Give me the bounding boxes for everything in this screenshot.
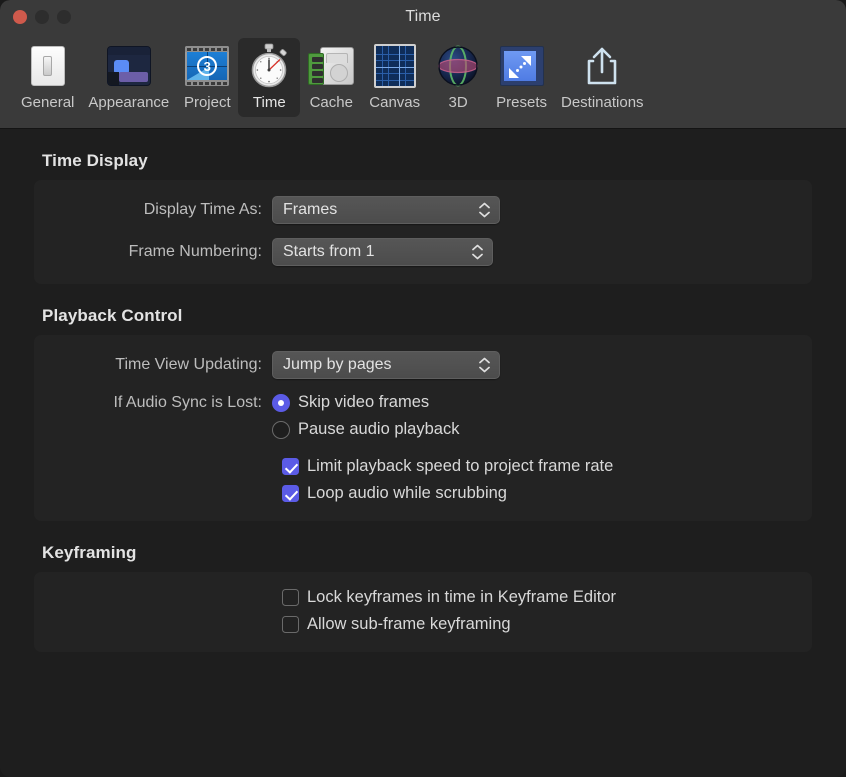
row-display-time-as: Display Time As: Frames — [34, 196, 812, 224]
keyframing-panel: Lock keyframes in time in Keyframe Edito… — [34, 572, 812, 652]
row-audio-sync-secondary: Pause audio playback — [34, 420, 812, 439]
toggle-switch-icon — [24, 42, 72, 90]
toolbar-tab-label: Appearance — [88, 94, 169, 112]
time-display-panel: Display Time As: Frames Frame Numbering:… — [34, 180, 812, 284]
toolbar-tab-time[interactable]: Time — [238, 38, 300, 117]
time-view-updating-select[interactable]: Jump by pages — [272, 351, 500, 379]
section-title: Time Display — [34, 129, 812, 180]
section-title: Playback Control — [34, 284, 812, 335]
checkbox-indicator — [282, 485, 299, 502]
toolbar-tab-cache[interactable]: Cache — [300, 38, 362, 117]
checkbox-limit-playback-speed[interactable]: Limit playback speed to project frame ra… — [34, 457, 812, 476]
frame-numbering-select[interactable]: Starts from 1 — [272, 238, 493, 266]
toolbar-tab-label: Destinations — [561, 94, 644, 112]
radio-indicator — [272, 421, 290, 439]
stopwatch-icon — [245, 42, 293, 90]
row-frame-numbering: Frame Numbering: Starts from 1 — [34, 238, 812, 266]
film-countdown-icon: 3 — [183, 42, 231, 90]
checkbox-allow-subframe[interactable]: Allow sub-frame keyframing — [34, 615, 812, 634]
chevron-updown-icon — [479, 203, 490, 218]
toolbar-tab-label: Cache — [310, 94, 353, 112]
preferences-toolbar: General Appearance — [0, 36, 846, 129]
radio-skip-video-frames[interactable]: Skip video frames — [272, 393, 429, 412]
share-export-icon — [578, 42, 626, 90]
audio-sync-label: If Audio Sync is Lost: — [34, 394, 272, 412]
radio-pause-audio-playback[interactable]: Pause audio playback — [272, 420, 459, 439]
toolbar-tab-label: Time — [253, 94, 286, 112]
window-title: Time — [0, 8, 846, 26]
grid-canvas-icon — [371, 42, 419, 90]
row-audio-sync-primary: If Audio Sync is Lost: Skip video frames — [34, 393, 812, 412]
checkbox-lock-keyframes[interactable]: Lock keyframes in time in Keyframe Edito… — [34, 588, 812, 607]
checkbox-indicator — [282, 616, 299, 633]
time-view-updating-value: Jump by pages — [283, 356, 392, 374]
toolbar-tab-label: 3D — [449, 94, 468, 112]
toolbar-tab-project[interactable]: 3 Project — [176, 38, 238, 117]
resize-arrows-icon — [498, 42, 546, 90]
toolbar-tab-label: Presets — [496, 94, 547, 112]
section-playback-control: Playback Control Time View Updating: Jum… — [34, 284, 812, 521]
checkbox-label: Limit playback speed to project frame ra… — [307, 457, 613, 476]
spacer-label — [34, 421, 272, 439]
toolbar-tab-presets[interactable]: Presets — [489, 38, 554, 117]
checkbox-label: Loop audio while scrubbing — [307, 484, 507, 503]
checkbox-loop-audio-scrubbing[interactable]: Loop audio while scrubbing — [34, 484, 812, 503]
checkbox-indicator — [282, 589, 299, 606]
preferences-window: Time General Appearance — [0, 0, 846, 777]
toolbar-tab-label: General — [21, 94, 74, 112]
frame-numbering-value: Starts from 1 — [283, 243, 375, 261]
toolbar-tab-appearance[interactable]: Appearance — [81, 38, 176, 117]
display-time-as-value: Frames — [283, 201, 337, 219]
radio-label: Pause audio playback — [298, 420, 459, 439]
row-time-view-updating: Time View Updating: Jump by pages — [34, 351, 812, 379]
toolbar-tab-3d[interactable]: 3D — [427, 38, 489, 117]
display-time-as-label: Display Time As: — [34, 201, 272, 219]
radio-indicator — [272, 394, 290, 412]
checkbox-indicator — [282, 458, 299, 475]
toolbar-tab-canvas[interactable]: Canvas — [362, 38, 427, 117]
frame-numbering-label: Frame Numbering: — [34, 243, 272, 261]
toolbar-tab-destinations[interactable]: Destinations — [554, 38, 651, 117]
time-view-updating-label: Time View Updating: — [34, 356, 272, 374]
radio-label: Skip video frames — [298, 393, 429, 412]
display-time-as-select[interactable]: Frames — [272, 196, 500, 224]
checkbox-label: Allow sub-frame keyframing — [307, 615, 511, 634]
section-time-display: Time Display Display Time As: Frames Fra… — [34, 129, 812, 284]
toolbar-tab-general[interactable]: General — [14, 38, 81, 117]
preferences-content: Time Display Display Time As: Frames Fra… — [0, 129, 846, 652]
section-title: Keyframing — [34, 521, 812, 572]
chevron-updown-icon — [472, 245, 483, 260]
checkbox-label: Lock keyframes in time in Keyframe Edito… — [307, 588, 616, 607]
layout-panels-icon — [105, 42, 153, 90]
chevron-updown-icon — [479, 358, 490, 373]
toolbar-tab-label: Project — [184, 94, 231, 112]
playback-control-panel: Time View Updating: Jump by pages If Aud… — [34, 335, 812, 521]
section-keyframing: Keyframing Lock keyframes in time in Key… — [34, 521, 812, 652]
toolbar-tab-label: Canvas — [369, 94, 420, 112]
title-bar: Time — [0, 0, 846, 36]
hard-drive-memory-icon — [307, 42, 355, 90]
globe-3d-icon — [434, 42, 482, 90]
